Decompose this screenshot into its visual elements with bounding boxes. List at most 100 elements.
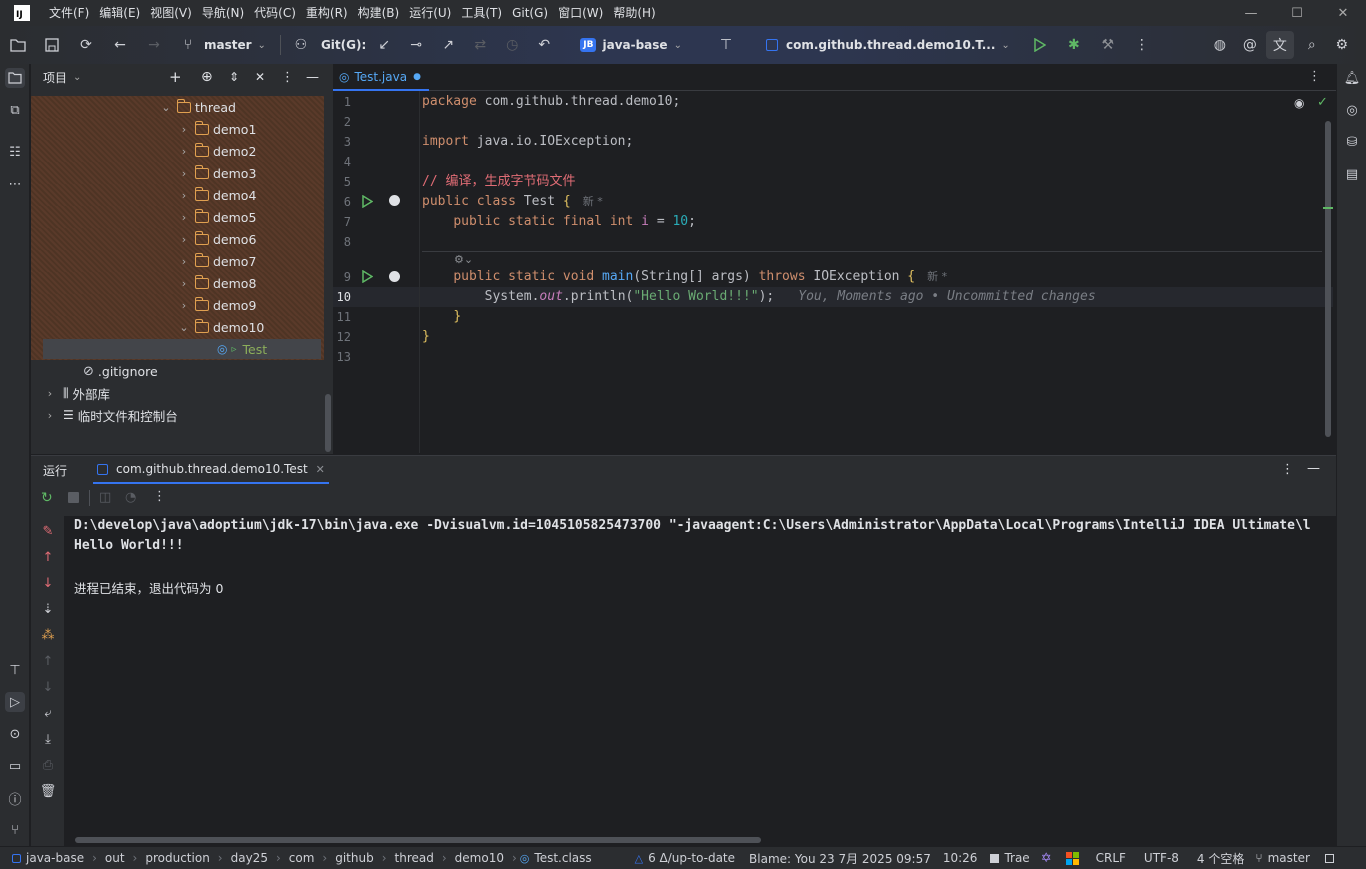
project-panel-title[interactable]: 项目 <box>43 69 67 86</box>
tree-item-demo6[interactable]: › demo6 <box>31 228 324 250</box>
history-icon[interactable]: ◷ <box>498 31 526 59</box>
plugin-star-icon[interactable]: ✡ <box>1041 851 1052 866</box>
build-tool-icon[interactable]: ⊤ <box>5 660 25 680</box>
menu-code[interactable]: 代码(C) <box>249 0 301 26</box>
project-view-icon[interactable] <box>5 68 25 88</box>
more-icon[interactable]: ⋮ <box>153 489 166 504</box>
menu-build[interactable]: 构建(B) <box>353 0 405 26</box>
more-icon[interactable]: ⋮ <box>1128 31 1156 59</box>
profiler-icon[interactable]: ◔ <box>125 490 136 505</box>
breadcrumb-item[interactable]: Test.class <box>529 851 596 865</box>
implemented-marker-icon[interactable] <box>389 195 400 206</box>
menu-git[interactable]: Git(G) <box>507 0 553 26</box>
up-arrow-icon[interactable]: ↑ <box>39 548 57 566</box>
tree-item-demo5[interactable]: › demo5 <box>31 206 324 228</box>
translate-icon[interactable]: 文 <box>1265 31 1294 59</box>
tree-item-demo4[interactable]: › demo4 <box>31 184 324 206</box>
hide-panel-icon[interactable]: — <box>1307 461 1320 476</box>
lock-square-icon[interactable] <box>1324 853 1334 863</box>
hide-panel-icon[interactable]: — <box>306 70 319 85</box>
menu-navigate[interactable]: 导航(N) <box>197 0 249 26</box>
sort-icon[interactable]: ⇣ <box>39 600 57 618</box>
collapse-all-icon[interactable]: ✕ <box>255 70 265 84</box>
cursor-position[interactable]: 10:26 <box>938 851 983 865</box>
file-encoding[interactable]: UTF-8 <box>1139 851 1184 865</box>
chevron-right-icon[interactable]: › <box>177 255 191 268</box>
more-tools-icon[interactable]: ⋯ <box>5 174 25 194</box>
chevron-down-icon[interactable]: ⌄ <box>159 101 173 114</box>
database-icon[interactable]: ⛁ <box>1342 132 1362 152</box>
intellij-logo-icon[interactable]: IJ <box>14 5 30 21</box>
line-ending[interactable]: CRLF <box>1091 851 1131 865</box>
next-occurrence-icon[interactable]: ↓ <box>39 678 57 696</box>
windows-logo-icon[interactable] <box>1065 851 1079 865</box>
menu-view[interactable]: 视图(V) <box>145 0 197 26</box>
chevron-right-icon[interactable]: › <box>177 277 191 290</box>
tree-item-scratches[interactable]: › ☰ 临时文件和控制台 <box>31 404 324 426</box>
no-problems-check-icon[interactable]: ✓ <box>1317 95 1328 110</box>
run-config-selector[interactable]: com.github.thread.demo10.T... ⌄ <box>765 38 1010 52</box>
tree-item-demo7[interactable]: › demo7 <box>31 250 324 272</box>
chevron-down-icon[interactable]: ⌄ <box>177 321 191 334</box>
tree-item-demo9[interactable]: › demo9 <box>31 294 324 316</box>
menu-refactor[interactable]: 重构(R) <box>301 0 353 26</box>
code-vision-icon[interactable]: ⚙⌄ <box>454 253 473 266</box>
trash-icon[interactable]: 🗑︎ <box>39 782 57 800</box>
blame-info[interactable]: Blame: You 23 7月 2025 09:57 <box>744 850 936 867</box>
rollback-icon[interactable]: ↶ <box>530 31 558 59</box>
menu-edit[interactable]: 编辑(E) <box>94 0 145 26</box>
chevron-right-icon[interactable]: › <box>177 299 191 312</box>
indent-setting[interactable]: 4 个空格 <box>1192 850 1249 867</box>
coverage-icon[interactable]: ⁂ <box>39 626 57 644</box>
breadcrumb-item[interactable]: demo10 <box>450 851 509 865</box>
editor-scrollbar[interactable] <box>1325 121 1331 437</box>
rerun-icon[interactable]: ↻ <box>41 490 53 506</box>
back-arrow-icon[interactable]: ← <box>106 31 134 59</box>
scroll-to-end-icon[interactable]: ⤓ <box>39 730 57 748</box>
tree-item-demo1[interactable]: › demo1 <box>31 118 324 140</box>
chevron-right-icon[interactable]: › <box>43 409 57 422</box>
chevron-right-icon[interactable]: › <box>177 123 191 136</box>
structure-icon[interactable]: ☷ <box>5 142 25 162</box>
breadcrumb-item[interactable]: github <box>330 851 378 865</box>
tree-item-demo10[interactable]: ⌄ demo10 <box>31 316 324 338</box>
chevron-down-icon[interactable]: ⌄ <box>73 72 81 83</box>
chevron-right-icon[interactable]: › <box>177 167 191 180</box>
run-tool-icon[interactable]: ▷ <box>5 692 25 712</box>
tab-options-icon[interactable]: ⋮ <box>1308 69 1321 84</box>
run-icon[interactable] <box>1026 31 1054 59</box>
search-icon[interactable]: ⌕ <box>1298 31 1326 59</box>
chevron-right-icon[interactable]: › <box>177 189 191 202</box>
forward-arrow-icon[interactable]: → <box>140 31 168 59</box>
folder-icon[interactable] <box>4 31 32 59</box>
sync-icon[interactable]: ⟳ <box>72 31 100 59</box>
tree-item-thread[interactable]: ⌄ thread <box>31 96 324 118</box>
breadcrumb-item[interactable]: java-base <box>21 851 89 865</box>
swirl-icon[interactable]: @ <box>1236 31 1264 59</box>
down-arrow-icon[interactable]: ↓ <box>39 574 57 592</box>
print-icon[interactable]: ⎙ <box>39 756 57 774</box>
close-tab-icon[interactable]: ✕ <box>316 463 325 476</box>
reader-mode-eye-icon[interactable]: ◉ <box>1294 96 1304 110</box>
run-gutter-icon[interactable] <box>362 269 374 286</box>
implemented-marker-icon[interactable] <box>389 271 400 282</box>
breadcrumb-item[interactable]: day25 <box>226 851 273 865</box>
git-status[interactable]: 6 Δ/up-to-date <box>643 851 740 865</box>
options-icon[interactable]: ⋮ <box>281 70 294 85</box>
console-h-scrollbar[interactable] <box>75 837 761 843</box>
ai-assistant-icon[interactable]: ◍ <box>1206 31 1234 59</box>
settings-gear-icon[interactable]: ⚙ <box>1328 31 1356 59</box>
menu-window[interactable]: 窗口(W) <box>553 0 608 26</box>
tree-item-external-libraries[interactable]: › ⫼ 外部库 <box>31 382 324 404</box>
tree-item-demo3[interactable]: › demo3 <box>31 162 324 184</box>
breadcrumb-item[interactable]: out <box>100 851 130 865</box>
minimize-window-button[interactable]: — <box>1228 0 1274 26</box>
chevron-right-icon[interactable]: › <box>43 387 57 400</box>
breadcrumb-item[interactable]: thread <box>390 851 439 865</box>
menu-help[interactable]: 帮助(H) <box>608 0 660 26</box>
build-icon[interactable]: ⚒ <box>1094 31 1122 59</box>
commit-icon[interactable]: ⊸ <box>402 31 430 59</box>
project-scrollbar[interactable] <box>325 394 331 452</box>
terminal-icon[interactable]: ▭ <box>5 756 25 776</box>
commit-view-icon[interactable]: ⧉ <box>5 100 25 120</box>
